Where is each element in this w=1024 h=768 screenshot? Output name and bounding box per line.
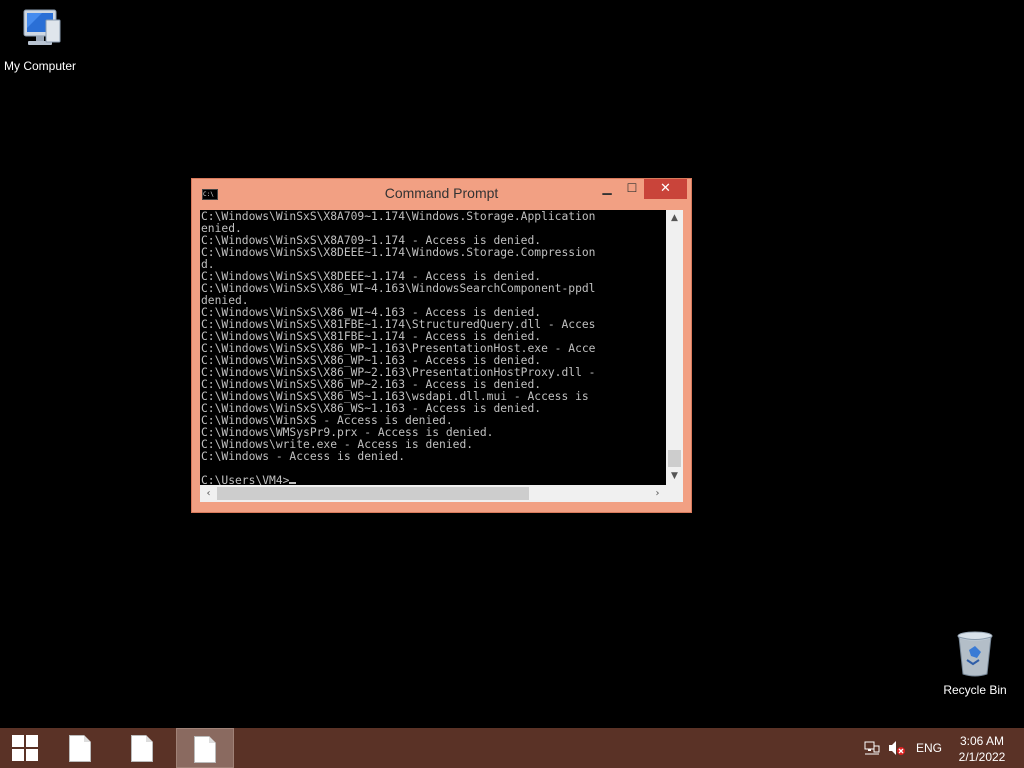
- scroll-left-arrow-icon[interactable]: ‹: [200, 485, 217, 502]
- file-icon: [69, 735, 91, 762]
- horizontal-scrollbar[interactable]: ‹ ›: [200, 485, 666, 502]
- text-cursor: [289, 482, 297, 484]
- taskbar-app-button[interactable]: [114, 728, 172, 768]
- system-tray: ENG 3:06 AM 2/1/2022: [854, 728, 1024, 768]
- console-line: C:\Windows - Access is denied.: [201, 450, 406, 463]
- console-line: C:\Users\VM4>: [201, 475, 666, 485]
- windows-logo-icon: [12, 735, 38, 761]
- scroll-down-arrow-icon[interactable]: ▼: [666, 468, 683, 485]
- command-prompt-window[interactable]: C:\ Command Prompt ▁ ☐ ✕ C:\Windows\WinS…: [191, 178, 692, 513]
- maximize-button[interactable]: ☐: [619, 179, 645, 199]
- language-indicator[interactable]: ENG: [916, 741, 942, 755]
- console-text: C:\Windows\WinSxS\X8A709~1.174\Windows.S…: [200, 210, 666, 486]
- console-line: C:\Windows\WinSxS\X8A709~1.174\Windows.S…: [201, 210, 596, 223]
- start-button[interactable]: [0, 728, 50, 768]
- file-icon: [194, 736, 216, 763]
- file-icon: [131, 735, 153, 762]
- volume-muted-icon[interactable]: [888, 740, 906, 759]
- clock-date: 2/1/2022: [958, 750, 1006, 764]
- vertical-scrollbar[interactable]: ▲ ▼: [666, 210, 683, 485]
- console-output-area[interactable]: C:\Windows\WinSxS\X8A709~1.174\Windows.S…: [200, 210, 666, 485]
- scroll-up-arrow-icon[interactable]: ▲: [666, 210, 683, 227]
- close-button[interactable]: ✕: [644, 179, 687, 199]
- computer-icon: [23, 9, 61, 45]
- taskbar: ENG 3:06 AM 2/1/2022: [0, 728, 1024, 768]
- console-line: C:\Windows\WinSxS\X86_WI~4.163\WindowsSe…: [201, 282, 596, 295]
- window-titlebar[interactable]: C:\ Command Prompt ▁ ☐ ✕: [192, 179, 691, 209]
- recycle-bin-icon: [957, 631, 993, 677]
- desktop-icon-label: My Computer: [3, 59, 77, 73]
- taskbar-app-button[interactable]: [52, 728, 110, 768]
- my-computer-desktop-icon[interactable]: My Computer: [0, 8, 80, 73]
- clock-time: 3:06 AM: [959, 734, 1005, 748]
- minimize-button[interactable]: ▁: [594, 179, 620, 199]
- scroll-right-arrow-icon[interactable]: ›: [649, 485, 666, 502]
- console-line: C:\Windows\WinSxS\X8DEEE~1.174\Windows.S…: [201, 246, 596, 259]
- network-icon[interactable]: [864, 740, 880, 759]
- taskbar-app-button-active[interactable]: [176, 728, 234, 768]
- resize-grip[interactable]: [666, 485, 683, 502]
- recycle-bin-desktop-icon[interactable]: Recycle Bin: [935, 630, 1015, 697]
- clock[interactable]: 3:06 AM 2/1/2022: [954, 733, 1010, 765]
- horizontal-scroll-thumb[interactable]: [217, 487, 529, 500]
- vertical-scroll-thumb[interactable]: [668, 450, 681, 467]
- desktop-icon-label: Recycle Bin: [943, 683, 1007, 697]
